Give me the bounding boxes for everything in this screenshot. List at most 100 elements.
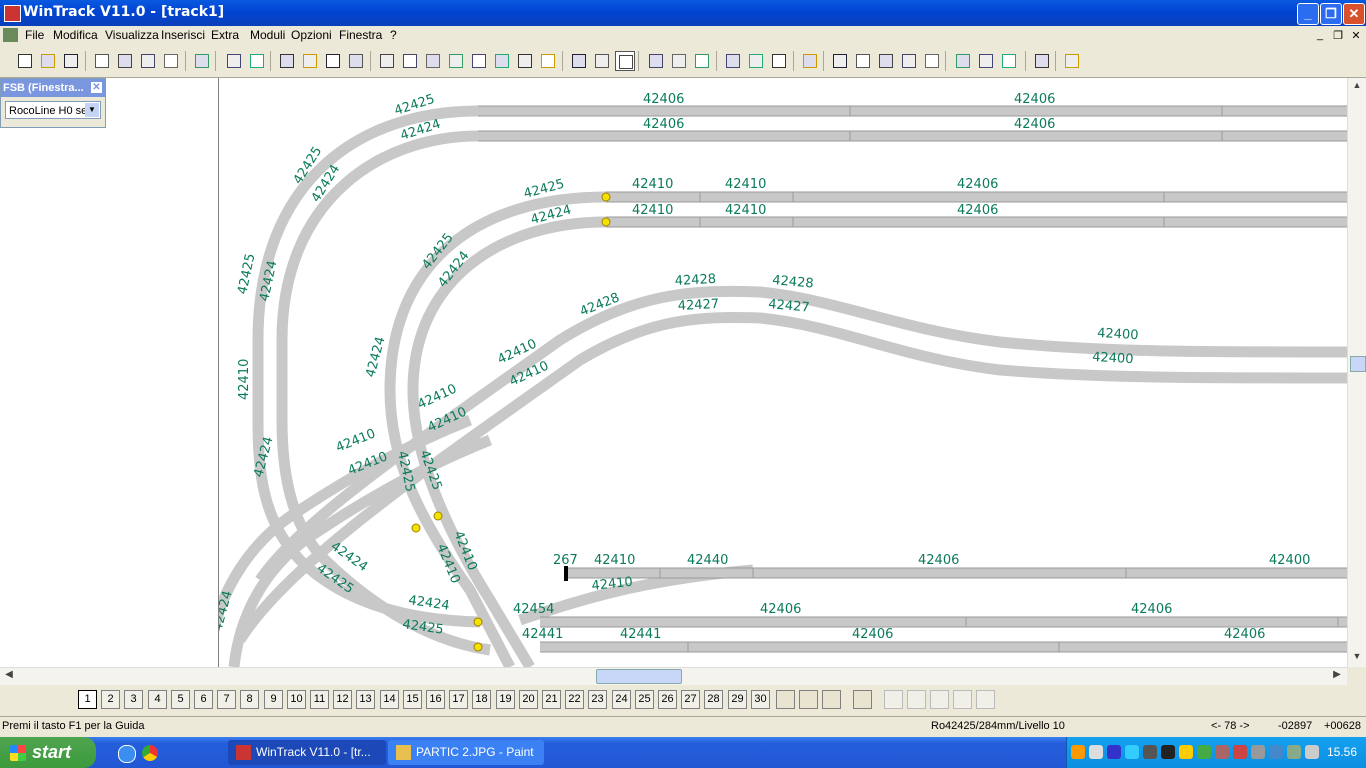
menu-extra[interactable]: Extra: [211, 28, 239, 42]
tray-app7-icon[interactable]: [1269, 745, 1283, 759]
menu-visualizza[interactable]: Visualizza: [105, 28, 159, 42]
paste-icon[interactable]: [538, 51, 556, 69]
save-icon[interactable]: [61, 51, 79, 69]
print-icon[interactable]: [115, 51, 133, 69]
insert-c-icon[interactable]: [692, 51, 710, 69]
print-preview-icon[interactable]: [92, 51, 110, 69]
junction-point[interactable]: [411, 523, 421, 533]
fsb-close-icon[interactable]: ✕: [91, 82, 102, 93]
layer-stack-icon[interactable]: [776, 690, 795, 709]
layer-button-7[interactable]: 7: [217, 690, 236, 709]
cut-icon[interactable]: [492, 51, 510, 69]
align-c-icon[interactable]: [999, 51, 1017, 69]
rotate-icon[interactable]: [746, 51, 764, 69]
scroll-thumb-vertical[interactable]: [1350, 356, 1366, 372]
tray-app-icon[interactable]: [1071, 745, 1085, 759]
zoom-all-icon[interactable]: [346, 51, 364, 69]
new-icon[interactable]: [15, 51, 33, 69]
tray-app6-icon[interactable]: [1251, 745, 1265, 759]
module-slot-1-icon[interactable]: [884, 690, 903, 709]
layer-button-4[interactable]: 4: [148, 690, 167, 709]
scroll-down-icon[interactable]: ▼: [1350, 651, 1364, 665]
buffer-stop[interactable]: [564, 566, 568, 581]
layer-button-2[interactable]: 2: [101, 690, 120, 709]
layer-button-11[interactable]: 11: [310, 690, 329, 709]
scroll-up-icon[interactable]: ▲: [1350, 80, 1364, 94]
layer-button-22[interactable]: 22: [565, 690, 584, 709]
mdi-minimize-icon[interactable]: _: [1313, 29, 1327, 42]
task-wintrack[interactable]: WinTrack V11.0 - [tr...: [228, 740, 386, 765]
minimize-icon[interactable]: _: [1297, 3, 1319, 25]
layer-button-27[interactable]: 27: [681, 690, 700, 709]
config-icon[interactable]: [224, 51, 242, 69]
zoom-out-icon[interactable]: [277, 51, 295, 69]
menu-opzioni[interactable]: Opzioni: [291, 28, 332, 42]
junction-point[interactable]: [473, 642, 483, 652]
track-canvas[interactable]: 42406 42406 42406 42406 42425 42424 42425 42424…: [219, 78, 1347, 667]
document-icon[interactable]: [3, 28, 18, 42]
layer-button-28[interactable]: 28: [704, 690, 723, 709]
tray-app4-icon[interactable]: [1215, 745, 1229, 759]
redo-icon[interactable]: [400, 51, 418, 69]
zoom-in-icon[interactable]: [300, 51, 318, 69]
scroll-left-icon[interactable]: ◀: [2, 669, 16, 683]
select-icon[interactable]: [469, 51, 487, 69]
rotate-180-icon[interactable]: [769, 51, 787, 69]
module-slot-3-icon[interactable]: [930, 690, 949, 709]
junction-point[interactable]: [433, 511, 443, 521]
menu-help[interactable]: ?: [390, 28, 397, 42]
vertical-scrollbar[interactable]: ▲ ▼: [1347, 78, 1366, 667]
align-b-icon[interactable]: [976, 51, 994, 69]
split-icon[interactable]: [876, 51, 894, 69]
bluetooth-icon[interactable]: [1107, 745, 1121, 759]
layer-button-17[interactable]: 17: [449, 690, 468, 709]
tray-network-icon[interactable]: [1089, 745, 1103, 759]
layer-button-12[interactable]: 12: [333, 690, 352, 709]
tray-search-icon[interactable]: [1125, 745, 1139, 759]
layer-button-30[interactable]: 30: [751, 690, 770, 709]
chrome-icon[interactable]: [142, 745, 158, 761]
menu-moduli[interactable]: Moduli: [250, 28, 285, 42]
layer-button-20[interactable]: 20: [519, 690, 538, 709]
junction-point[interactable]: [601, 217, 611, 227]
open-icon[interactable]: [38, 51, 56, 69]
task-paint[interactable]: PARTIC 2.JPG - Paint: [388, 740, 544, 765]
layer-button-8[interactable]: 8: [240, 690, 259, 709]
layer-button-10[interactable]: 10: [287, 690, 306, 709]
flex-track-icon[interactable]: [569, 51, 587, 69]
endpoint-icon[interactable]: [922, 51, 940, 69]
image-icon[interactable]: [247, 51, 265, 69]
height-icon[interactable]: [800, 51, 818, 69]
gradient-a-icon[interactable]: [830, 51, 848, 69]
layer-button-19[interactable]: 19: [496, 690, 515, 709]
mdi-restore-icon[interactable]: ❐: [1331, 29, 1345, 42]
layer-button-13[interactable]: 13: [356, 690, 375, 709]
zoom-window-icon[interactable]: [323, 51, 341, 69]
horizontal-scrollbar[interactable]: ◀ ▶: [0, 667, 1347, 685]
insert-b-icon[interactable]: [669, 51, 687, 69]
menu-modifica[interactable]: Modifica: [53, 28, 98, 42]
scroll-thumb-horizontal[interactable]: [596, 669, 682, 684]
gradient-b-icon[interactable]: [853, 51, 871, 69]
internet-explorer-icon[interactable]: [118, 745, 136, 763]
layer-button-23[interactable]: 23: [588, 690, 607, 709]
restore-icon[interactable]: ❐: [1320, 3, 1342, 25]
layer-disabled-icon[interactable]: [822, 690, 841, 709]
layer-button-18[interactable]: 18: [472, 690, 491, 709]
align-a-icon[interactable]: [953, 51, 971, 69]
track-system-select[interactable]: RocoLine H0 se ▼: [5, 101, 101, 119]
layer-button-6[interactable]: 6: [194, 690, 213, 709]
scroll-right-icon[interactable]: ▶: [1330, 669, 1344, 683]
copy-icon[interactable]: [515, 51, 533, 69]
layer-button-5[interactable]: 5: [171, 690, 190, 709]
chevron-down-icon[interactable]: ▼: [85, 103, 99, 117]
close-icon[interactable]: ✕: [1343, 3, 1365, 25]
tray-app8-icon[interactable]: [1287, 745, 1301, 759]
module-slot-4-icon[interactable]: [953, 690, 972, 709]
library-icon[interactable]: [192, 51, 210, 69]
layer-button-25[interactable]: 25: [635, 690, 654, 709]
tray-display-icon[interactable]: [1161, 745, 1175, 759]
insert-a-icon[interactable]: [646, 51, 664, 69]
menu-file[interactable]: File: [25, 28, 44, 42]
layer-button-21[interactable]: 21: [542, 690, 561, 709]
